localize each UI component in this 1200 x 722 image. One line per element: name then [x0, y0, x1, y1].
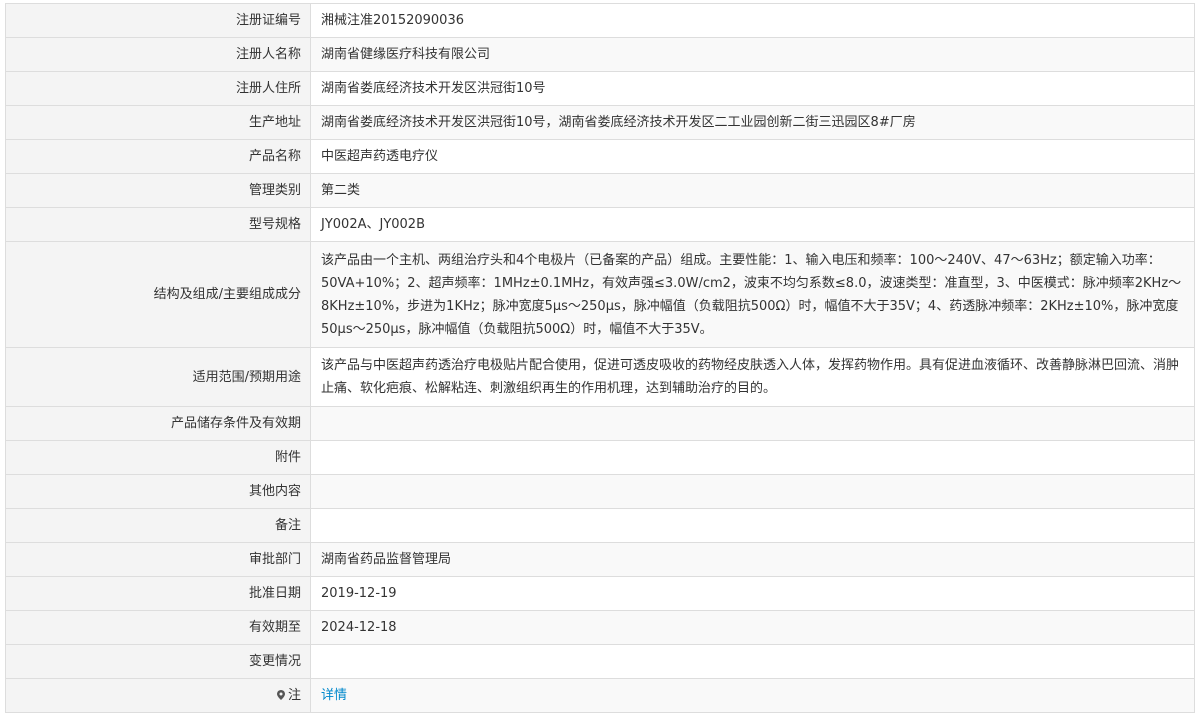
table-row: 备注: [5, 508, 1195, 543]
row-label-management-category: 管理类别: [5, 173, 311, 208]
row-label-registrant-name: 注册人名称: [5, 37, 311, 72]
row-value-registrant-name: 湖南省健缘医疗科技有限公司: [310, 37, 1195, 72]
row-label-structure-composition: 结构及组成/主要组成成分: [5, 241, 311, 348]
row-value-registration-number: 湘械注准20152090036: [310, 3, 1195, 38]
row-value-note: 详情: [310, 678, 1195, 713]
row-label-note: 注: [5, 678, 311, 713]
row-value-intended-use: 该产品与中医超声药透治疗电极贴片配合使用，促进可透皮吸收的药物经皮肤透入人体，发…: [310, 347, 1195, 407]
row-label-registrant-address: 注册人住所: [5, 71, 311, 106]
row-label-model-spec: 型号规格: [5, 207, 311, 242]
table-row: 注册证编号 湘械注准20152090036: [5, 3, 1195, 38]
table-row: 其他内容: [5, 474, 1195, 509]
row-value-other-content: [310, 474, 1195, 509]
row-value-storage-validity: [310, 406, 1195, 441]
table-row: 有效期至 2024-12-18: [5, 610, 1195, 645]
row-value-approval-date: 2019-12-19: [310, 576, 1195, 611]
row-value-structure-composition: 该产品由一个主机、两组治疗头和4个电极片（已备案的产品）组成。主要性能：1、输入…: [310, 241, 1195, 348]
table-row: 附件: [5, 440, 1195, 475]
row-label-change-history: 变更情况: [5, 644, 311, 679]
row-value-change-history: [310, 644, 1195, 679]
details-link[interactable]: 详情: [321, 688, 347, 703]
table-row: 审批部门 湖南省药品监督管理局: [5, 542, 1195, 577]
table-row: 型号规格 JY002A、JY002B: [5, 207, 1195, 242]
registration-detail-table: 注册证编号 湘械注准20152090036 注册人名称 湖南省健缘医疗科技有限公…: [5, 3, 1195, 713]
row-value-management-category: 第二类: [310, 173, 1195, 208]
table-row: 产品名称 中医超声药透电疗仪: [5, 139, 1195, 174]
row-label-approval-date: 批准日期: [5, 576, 311, 611]
table-row: 产品储存条件及有效期: [5, 406, 1195, 441]
row-value-valid-until: 2024-12-18: [310, 610, 1195, 645]
row-value-remarks: [310, 508, 1195, 543]
row-label-registration-number: 注册证编号: [5, 3, 311, 38]
table-row: 批准日期 2019-12-19: [5, 576, 1195, 611]
row-label-valid-until: 有效期至: [5, 610, 311, 645]
row-value-attachments: [310, 440, 1195, 475]
table-row: 结构及组成/主要组成成分 该产品由一个主机、两组治疗头和4个电极片（已备案的产品…: [5, 241, 1195, 348]
location-pin-icon: [276, 685, 285, 700]
row-value-production-address: 湖南省娄底经济技术开发区洪冠街10号，湖南省娄底经济技术开发区二工业园创新二街三…: [310, 105, 1195, 140]
row-value-product-name: 中医超声药透电疗仪: [310, 139, 1195, 174]
note-label: 注: [287, 688, 301, 703]
table-row: 管理类别 第二类: [5, 173, 1195, 208]
table-row: 注 详情: [5, 678, 1195, 713]
table-row: 生产地址 湖南省娄底经济技术开发区洪冠街10号，湖南省娄底经济技术开发区二工业园…: [5, 105, 1195, 140]
table-row: 变更情况: [5, 644, 1195, 679]
row-value-registrant-address: 湖南省娄底经济技术开发区洪冠街10号: [310, 71, 1195, 106]
table-row: 注册人住所 湖南省娄底经济技术开发区洪冠街10号: [5, 71, 1195, 106]
row-value-model-spec: JY002A、JY002B: [310, 207, 1195, 242]
row-label-storage-validity: 产品储存条件及有效期: [5, 406, 311, 441]
row-label-product-name: 产品名称: [5, 139, 311, 174]
row-label-intended-use: 适用范围/预期用途: [5, 347, 311, 407]
row-label-attachments: 附件: [5, 440, 311, 475]
row-label-approval-department: 审批部门: [5, 542, 311, 577]
row-value-approval-department: 湖南省药品监督管理局: [310, 542, 1195, 577]
table-row: 注册人名称 湖南省健缘医疗科技有限公司: [5, 37, 1195, 72]
row-label-other-content: 其他内容: [5, 474, 311, 509]
row-label-production-address: 生产地址: [5, 105, 311, 140]
table-row: 适用范围/预期用途 该产品与中医超声药透治疗电极贴片配合使用，促进可透皮吸收的药…: [5, 347, 1195, 407]
row-label-remarks: 备注: [5, 508, 311, 543]
